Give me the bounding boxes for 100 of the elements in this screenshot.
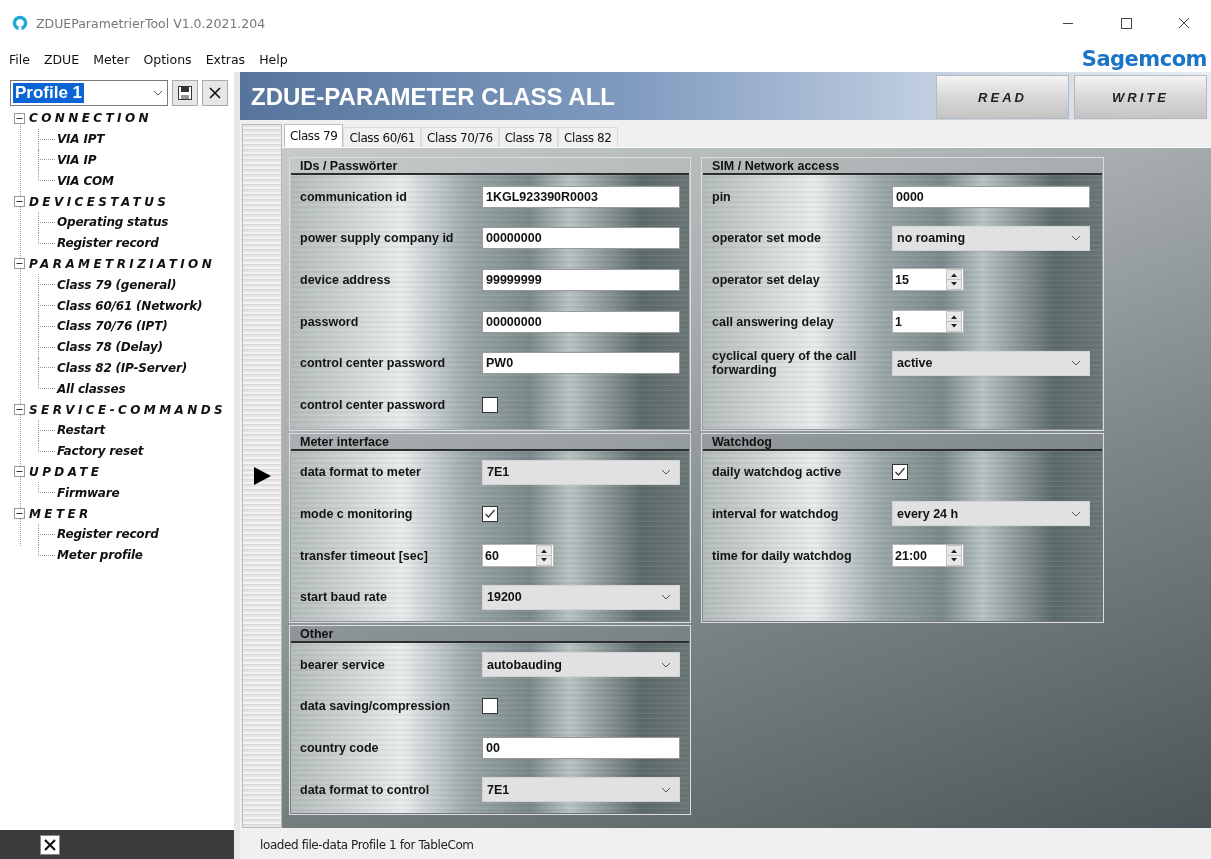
field-label: mode c monitoring: [300, 506, 414, 521]
dropdown[interactable]: 7E1: [482, 777, 680, 802]
field-label: operator set delay: [712, 273, 821, 287]
field-label: call answering delay: [712, 314, 835, 329]
tree-section[interactable]: CONNECTION: [29, 111, 152, 126]
field-label: data saving/compression: [300, 699, 452, 714]
spin-field[interactable]: 21:00: [892, 544, 964, 568]
checkbox[interactable]: [482, 505, 498, 522]
field-label: transfer timeout [sec]: [300, 548, 429, 563]
tree-item[interactable]: VIA COM: [57, 173, 114, 188]
action-button[interactable]: READ: [936, 75, 1069, 119]
spin-field[interactable]: 15: [892, 268, 964, 292]
text-field[interactable]: 99999999: [482, 269, 680, 291]
tree-item[interactable]: Class 79 (general): [57, 277, 177, 292]
dropdown[interactable]: autobauding: [482, 652, 680, 678]
field-label: bearer service: [300, 657, 386, 672]
field-label: pin: [712, 189, 732, 204]
checkbox[interactable]: [482, 698, 498, 715]
menu-item[interactable]: Help: [252, 49, 295, 69]
close-button[interactable]: [40, 834, 60, 855]
chevron-down-icon: [1071, 360, 1081, 367]
collapse-toggle-icon[interactable]: [14, 466, 25, 478]
field-label: power supply company id: [300, 231, 455, 246]
tree-item[interactable]: Operating status: [57, 215, 169, 230]
triangle-pointer-icon[interactable]: [252, 466, 272, 486]
tab[interactable]: Class 79: [284, 124, 344, 147]
tree-item[interactable]: VIA IP: [57, 153, 97, 167]
spin-field[interactable]: 60: [482, 544, 554, 568]
text-field[interactable]: 0000: [892, 185, 1090, 208]
profile-dropdown[interactable]: Profile 1: [10, 80, 168, 106]
field-label: device address: [300, 273, 392, 287]
spin-field[interactable]: 1: [892, 310, 964, 334]
tree-item[interactable]: All classes: [57, 381, 126, 396]
field-label: start baud rate: [300, 590, 388, 605]
collapse-toggle-icon[interactable]: [14, 404, 25, 416]
text-field[interactable]: 00000000: [482, 227, 680, 250]
menu-item[interactable]: Extras: [198, 49, 253, 69]
tree-item[interactable]: Meter profile: [57, 548, 143, 563]
spinner-arrows-icon[interactable]: [946, 311, 962, 333]
tree-item[interactable]: Class 82 (IP-Server): [57, 360, 187, 375]
menu-item[interactable]: Meter: [86, 49, 137, 69]
tree-item[interactable]: Class 78 (Delay): [57, 340, 163, 355]
tree-item[interactable]: Class 60/61 (Network): [57, 298, 203, 313]
tree-section[interactable]: UPDATE: [29, 464, 103, 479]
field-label: country code: [300, 740, 380, 755]
field-label: data format to control: [300, 782, 431, 797]
dropdown[interactable]: no roaming: [892, 225, 1090, 251]
checkbox[interactable]: [892, 464, 908, 481]
tree-item[interactable]: Class 70/76 (IPT): [57, 319, 168, 334]
tree-section[interactable]: SERVICE-COMMANDS: [29, 402, 227, 417]
dropdown[interactable]: every 24 h: [892, 501, 1090, 527]
brand-logo: Sagemcom: [1081, 47, 1207, 71]
group-title: Other: [291, 625, 689, 643]
collapse-toggle-icon[interactable]: [14, 508, 25, 520]
field-label: control center password: [300, 397, 447, 412]
collapse-toggle-icon[interactable]: [14, 258, 25, 270]
text-field[interactable]: 00000000: [482, 310, 680, 333]
tree-item[interactable]: Firmware: [57, 485, 120, 500]
menu-item[interactable]: ZDUE: [36, 49, 87, 69]
tree-item[interactable]: VIA IPT: [57, 132, 105, 147]
checkbox[interactable]: [482, 396, 498, 413]
chevron-down-icon: [153, 90, 163, 96]
menu-item[interactable]: Options: [136, 49, 199, 69]
text-field[interactable]: 00: [482, 736, 680, 759]
tree-item[interactable]: Register record: [57, 236, 159, 251]
spinner-arrows-icon[interactable]: [946, 269, 962, 291]
field-label: communication id: [300, 189, 408, 204]
close-button[interactable]: [202, 80, 228, 106]
tab[interactable]: Class 78: [498, 127, 559, 147]
chevron-down-icon: [661, 469, 671, 476]
field-label: time for daily watchdog: [712, 548, 853, 563]
spinner-arrows-icon[interactable]: [946, 545, 962, 567]
action-button[interactable]: WRITE: [1074, 75, 1207, 119]
chevron-down-icon: [661, 661, 671, 668]
tab[interactable]: Class 60/61: [343, 127, 422, 147]
tree-item[interactable]: Restart: [57, 423, 105, 438]
tree-section[interactable]: PARAMETRIZIATION: [29, 256, 216, 271]
group-title: Meter interface: [291, 433, 689, 451]
field-label: data format to meter: [300, 465, 422, 480]
dropdown[interactable]: 7E1: [482, 459, 680, 485]
text-field[interactable]: PW0: [482, 352, 680, 375]
chevron-down-icon: [1071, 235, 1081, 242]
text-field[interactable]: 1KGL923390R0003: [482, 185, 680, 208]
field-label: interval for watchdog: [712, 506, 840, 521]
tab[interactable]: Class 82: [558, 127, 618, 147]
chevron-down-icon: [1071, 510, 1081, 517]
tree-item[interactable]: Register record: [57, 527, 159, 542]
tree-section[interactable]: METER: [29, 506, 92, 521]
dropdown[interactable]: 19200: [482, 584, 680, 610]
spinner-arrows-icon[interactable]: [536, 545, 552, 567]
group-title: SIM / Network access: [703, 158, 1102, 175]
menu-item[interactable]: File: [2, 49, 37, 69]
collapse-toggle-icon[interactable]: [14, 196, 25, 208]
chevron-down-icon: [661, 594, 671, 601]
tree-section[interactable]: DEVICESTATUS: [29, 194, 170, 209]
collapse-toggle-icon[interactable]: [14, 112, 25, 124]
tree-item[interactable]: Factory reset: [57, 444, 144, 459]
dropdown[interactable]: active: [892, 350, 1090, 376]
tab[interactable]: Class 70/76: [421, 127, 499, 147]
save-button[interactable]: [172, 80, 198, 106]
